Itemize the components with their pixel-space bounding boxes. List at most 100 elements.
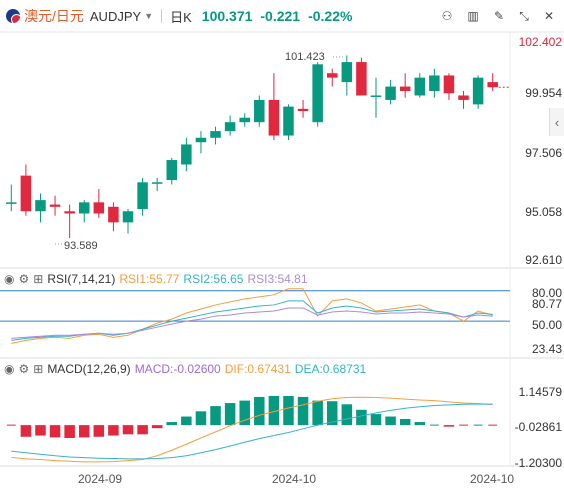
candle-body [64, 211, 75, 214]
macd-bar [399, 418, 411, 426]
macd-axis-tick: -0.02861 [514, 420, 562, 434]
indicator-icon[interactable]: ⚇ [438, 7, 456, 25]
candle-body [356, 62, 367, 96]
caret-down-icon[interactable]: ▼ [144, 11, 153, 21]
chevron-left-icon[interactable]: ‹ [549, 108, 564, 136]
candle-body [283, 106, 294, 136]
macd-bar [151, 425, 163, 429]
macd-bar [49, 425, 61, 438]
candle-body [239, 117, 250, 123]
settings-icon[interactable]: ⚙ [18, 272, 29, 286]
rsi-legend: ◉ ⚙ ⊞ RSI(7,14,21) RSI1:55.77 RSI2:56.65… [4, 272, 308, 286]
candle-body [108, 206, 119, 223]
rsi3-value: RSI3:54.81 [247, 272, 308, 286]
candle-body [210, 131, 221, 138]
macd-bar [64, 425, 75, 438]
timeframe-selector[interactable]: 日K [170, 7, 192, 26]
close-icon[interactable]: ✕ [540, 7, 558, 25]
candle-body [93, 202, 105, 214]
price-axis-tick: 102.402 [518, 35, 562, 49]
settings-icon[interactable]: ⚙ [18, 362, 29, 376]
candle-body [399, 86, 411, 92]
macd-bar [283, 396, 294, 426]
candle-body [341, 62, 353, 83]
candle-body [458, 95, 469, 100]
symbol-code[interactable]: AUDJPY [90, 9, 141, 24]
macd-value: MACD:-0.02600 [134, 362, 221, 376]
candle-body [195, 137, 207, 143]
rsi2-value: RSI2:56.65 [183, 272, 244, 286]
macd-bar [341, 404, 353, 426]
candle-body [254, 99, 265, 123]
candle-body [224, 122, 236, 132]
candle-body [487, 82, 498, 88]
rsi-axis-tick: 80.77 [531, 297, 562, 311]
divider [161, 9, 163, 23]
draw-icon[interactable]: ✎ [490, 7, 508, 25]
x-axis-label: 2024-10 [470, 472, 515, 486]
rsi-line-3 [11, 307, 493, 339]
collapse-icon[interactable]: ⤡ [515, 7, 533, 25]
expand-icon[interactable]: ⊞ [33, 362, 43, 376]
candle-body [443, 75, 455, 94]
candle-body [312, 64, 323, 123]
candle-body [20, 175, 32, 212]
price-axis-tick: 97.506 [525, 146, 562, 160]
rsi-axis-tick: 23.43 [531, 342, 562, 356]
macd-bar [181, 416, 192, 426]
macd-bar [20, 425, 32, 437]
macd-axis-tick: 1.14579 [518, 385, 562, 399]
candle-body [181, 144, 192, 165]
candle-body [49, 204, 61, 207]
eye-icon[interactable]: ◉ [4, 272, 14, 286]
macd-bar [297, 396, 309, 426]
candle-body [6, 202, 17, 204]
macd-bar [224, 403, 236, 426]
bar-chart-icon[interactable]: ▥ [464, 7, 482, 25]
macd-bar [312, 400, 323, 426]
candle-body [151, 182, 163, 184]
dif-value: DIF:0.67431 [224, 362, 291, 376]
macd-bar [166, 422, 178, 426]
candle-body [370, 95, 382, 97]
macd-bar [78, 425, 90, 438]
macd-bar [370, 414, 382, 426]
candle-body [35, 200, 46, 212]
candle-body [414, 77, 426, 96]
macd-bar [356, 409, 367, 426]
expand-icon[interactable]: ⊞ [33, 272, 43, 286]
macd-bar [443, 425, 455, 427]
candle-body [472, 77, 484, 105]
eye-icon[interactable]: ◉ [4, 362, 14, 376]
macd-bar [93, 425, 105, 437]
price-change-pct: -0.22% [308, 8, 353, 24]
price-axis-tick: 95.058 [525, 205, 562, 219]
rsi-line-1 [11, 288, 493, 344]
macd-bar [195, 411, 207, 426]
macd-axis-tick: -1.20300 [514, 456, 562, 470]
x-axis-label: 2024-10 [272, 472, 317, 486]
candle-body [122, 211, 134, 223]
candle-body [268, 99, 280, 136]
flag-icon [6, 9, 20, 23]
price-axis-tick: 92.610 [525, 253, 562, 267]
candle-body [78, 202, 90, 214]
macd-bar [210, 406, 221, 426]
macd-bar [137, 425, 148, 435]
rsi-axis-tick: 50.00 [531, 318, 562, 332]
last-price: 100.371 [201, 8, 253, 24]
candle-body [297, 108, 309, 112]
price-change: -0.221 [260, 8, 301, 24]
high-label: 101.423 [285, 51, 325, 63]
macd-bar [414, 422, 426, 426]
macd-bar [122, 425, 134, 435]
dea-value: DEA:0.68731 [294, 362, 367, 376]
symbol-cn[interactable]: 澳元/日元 [24, 6, 84, 26]
macd-bar [254, 396, 265, 426]
candle-body [137, 182, 148, 210]
candle-body [385, 86, 396, 100]
macd-name: MACD(12,26,9) [47, 362, 131, 376]
low-label: 93.589 [64, 240, 98, 252]
x-axis-label: 2024-09 [78, 472, 123, 486]
macd-bar [385, 416, 396, 426]
